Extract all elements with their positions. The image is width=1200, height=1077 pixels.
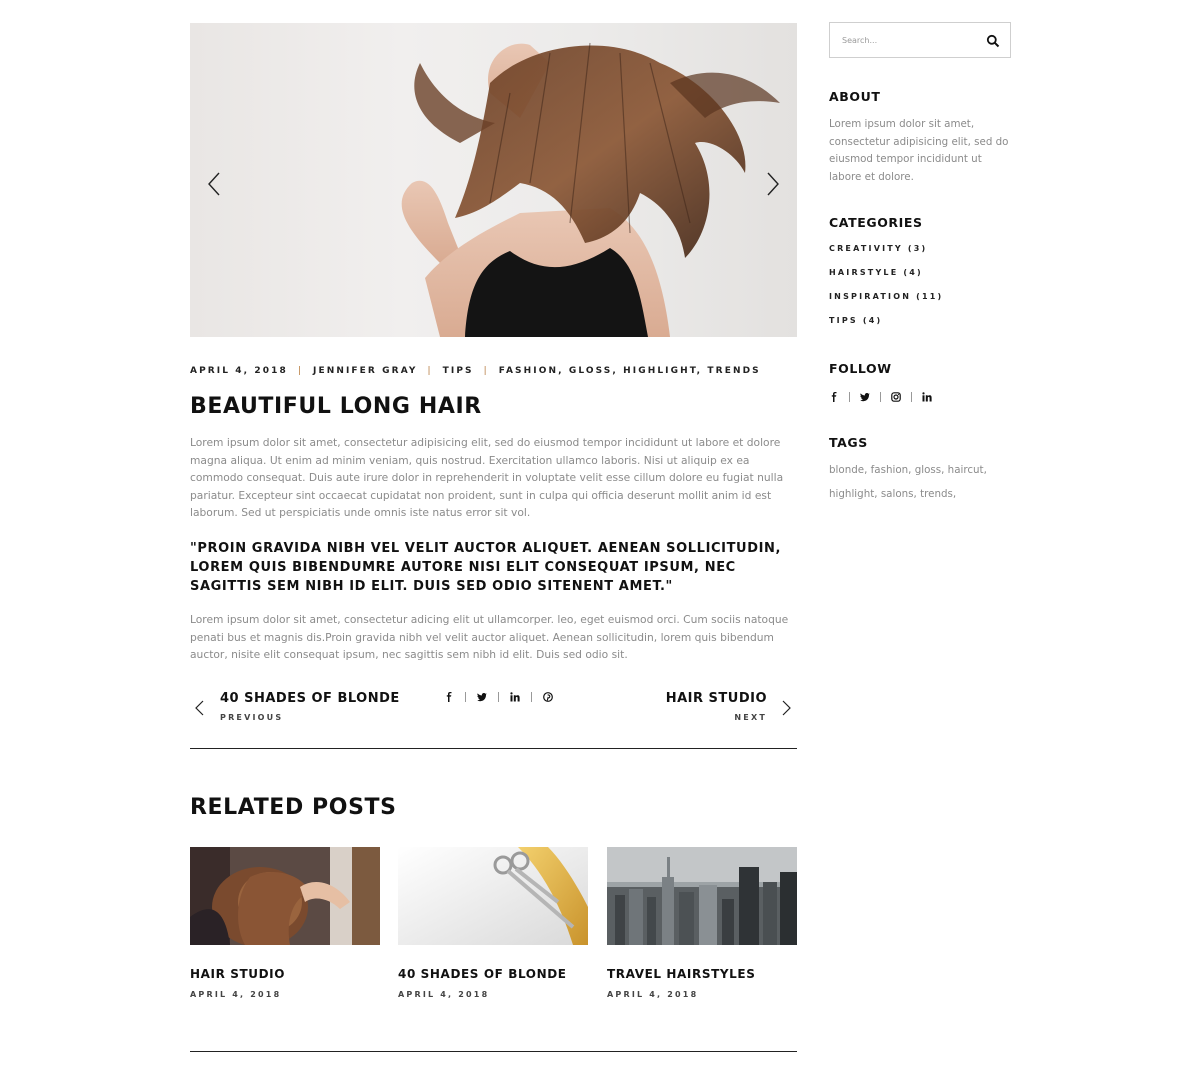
post-date: APRIL 4, 2018 xyxy=(190,366,288,376)
next-label: NEXT xyxy=(734,712,767,722)
linkedin-icon[interactable] xyxy=(922,392,932,402)
related-post-title[interactable]: 40 SHADES OF BLONDE xyxy=(398,967,588,981)
chevron-right-icon[interactable] xyxy=(763,170,783,198)
follow-heading: FOLLOW xyxy=(829,361,892,377)
categories-list: CREATIVITY (3) HAIRSTYLE (4) INSPIRATION… xyxy=(829,243,1011,339)
post-category[interactable]: TIPS xyxy=(443,366,474,376)
tag-links[interactable]: blonde, fashion, gloss, haircut, xyxy=(829,458,1011,482)
meta-separator: | xyxy=(427,366,433,376)
related-post-date: APRIL 4, 2018 xyxy=(607,990,699,999)
previous-label: PREVIOUS xyxy=(220,712,284,722)
linkedin-icon[interactable] xyxy=(510,692,520,702)
related-post-image[interactable] xyxy=(190,847,380,945)
related-posts-heading: RELATED POSTS xyxy=(190,795,397,820)
post-content: APRIL 4, 2018 | JENNIFER GRAY | TIPS | FASHION… xyxy=(190,23,797,727)
divider xyxy=(531,691,532,702)
meta-separator: | xyxy=(297,366,304,376)
related-post-card[interactable]: HAIR STUDIO APRIL 4, 2018 xyxy=(190,847,380,999)
post-paragraph: Lorem ipsum dolor sit amet, consectetur … xyxy=(190,436,784,520)
about-heading: ABOUT xyxy=(829,89,881,104)
category-link[interactable]: INSPIRATION (11) xyxy=(829,291,1011,315)
post-blockquote: "PROIN GRAVIDA NIBH VEL VELIT AUCTOR ALI… xyxy=(190,540,782,594)
search-box xyxy=(829,22,1011,58)
related-post-title[interactable]: TRAVEL HAIRSTYLES xyxy=(607,967,797,981)
post-navigation: 40 SHADES OF BLONDE PREVIOUS HAIR STUDIO xyxy=(190,691,797,727)
related-post-card[interactable]: 40 SHADES OF BLONDE APRIL 4, 2018 xyxy=(398,847,588,999)
divider-line xyxy=(190,748,797,749)
divider xyxy=(849,392,850,403)
related-post-title[interactable]: HAIR STUDIO xyxy=(190,967,380,981)
divider xyxy=(465,691,466,702)
divider xyxy=(880,392,881,403)
divider xyxy=(498,691,499,702)
facebook-icon[interactable] xyxy=(829,392,839,403)
category-link[interactable]: CREATIVITY (3) xyxy=(829,243,1011,267)
tags-cloud: blonde, fashion, gloss, haircut, highlig… xyxy=(829,458,1011,506)
pinterest-icon[interactable] xyxy=(543,691,553,702)
chevron-right-icon[interactable] xyxy=(781,699,793,717)
follow-links xyxy=(829,392,1011,403)
search-input[interactable] xyxy=(830,23,970,57)
post-paragraph: Lorem ipsum dolor sit amet, consectetur … xyxy=(190,612,789,662)
categories-heading: CATEGORIES xyxy=(829,215,923,231)
related-post-image[interactable] xyxy=(398,847,588,945)
category-link[interactable]: HAIRSTYLE (4) xyxy=(829,267,1011,291)
post-meta: APRIL 4, 2018 | JENNIFER GRAY | TIPS | FASHION… xyxy=(190,366,797,378)
chevron-left-icon[interactable] xyxy=(193,699,205,717)
meta-separator: | xyxy=(483,366,489,376)
sidebar: ABOUT Lorem ipsum dolor sit amet, consec… xyxy=(829,22,1011,506)
twitter-icon[interactable] xyxy=(860,392,870,402)
instagram-icon[interactable] xyxy=(891,392,901,403)
tags-heading: TAGS xyxy=(829,435,868,451)
post-author[interactable]: JENNIFER GRAY xyxy=(313,366,418,376)
hero-slider[interactable] xyxy=(190,23,797,337)
post-title: BEAUTIFUL LONG HAIR xyxy=(190,394,482,419)
tag-links[interactable]: highlight, salons, trends, xyxy=(829,482,1011,506)
search-icon[interactable] xyxy=(986,34,1000,48)
share-links xyxy=(444,691,553,702)
next-post-link[interactable]: HAIR STUDIO xyxy=(666,691,767,706)
related-post-date: APRIL 4, 2018 xyxy=(398,990,490,999)
post-tags[interactable]: FASHION, GLOSS, HIGHLIGHT, TRENDS xyxy=(499,366,761,376)
twitter-icon[interactable] xyxy=(477,692,487,702)
related-post-image[interactable] xyxy=(607,847,797,945)
hero-image xyxy=(401,42,780,337)
related-post-date: APRIL 4, 2018 xyxy=(190,990,282,999)
category-link[interactable]: TIPS (4) xyxy=(829,315,1011,339)
facebook-icon[interactable] xyxy=(444,691,454,702)
about-text: Lorem ipsum dolor sit amet, consectetur … xyxy=(829,118,1009,183)
related-post-card[interactable]: TRAVEL HAIRSTYLES APRIL 4, 2018 xyxy=(607,847,797,999)
divider xyxy=(911,392,912,403)
divider-line xyxy=(190,1051,797,1052)
previous-post-link[interactable]: 40 SHADES OF BLONDE xyxy=(220,691,400,706)
chevron-left-icon[interactable] xyxy=(204,170,224,198)
